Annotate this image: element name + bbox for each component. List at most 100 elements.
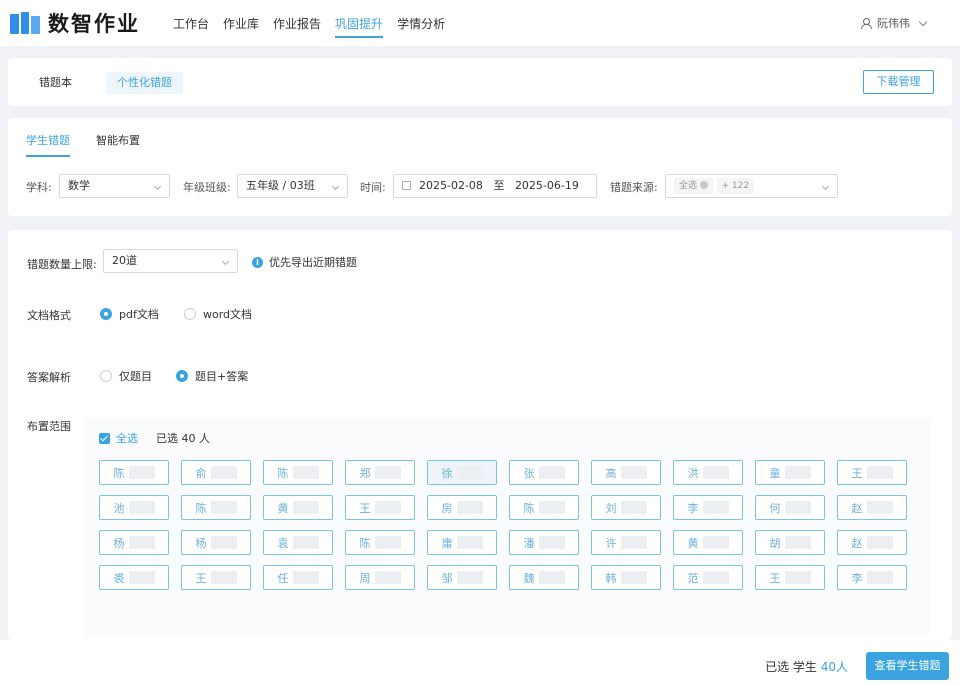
- top-nav-bar: 数智作业 工作台 作业库 作业报告 巩固提升 学情分析 阮伟伟: [0, 0, 960, 46]
- source-select[interactable]: 全选 + 122: [665, 174, 838, 198]
- user-menu[interactable]: 阮伟伟: [861, 0, 928, 46]
- download-manage-button[interactable]: 下载管理: [863, 70, 934, 94]
- student-chip[interactable]: 杨: [99, 530, 169, 555]
- student-surname: 池: [113, 501, 125, 515]
- subject-select[interactable]: 数学: [59, 174, 170, 198]
- nav-consolidate-improve[interactable]: 巩固提升: [328, 0, 390, 46]
- select-all-label: 全选: [116, 432, 138, 445]
- student-chip[interactable]: 范: [673, 565, 743, 590]
- student-chip[interactable]: 陈: [263, 460, 333, 485]
- radio-question-only[interactable]: 仅题目: [100, 368, 152, 384]
- student-chip[interactable]: 任: [263, 565, 333, 590]
- name-redaction: [702, 571, 729, 584]
- student-chip[interactable]: 洪: [673, 460, 743, 485]
- date-range-picker[interactable]: 2025-02-08 至 2025-06-19: [393, 174, 597, 198]
- student-chip[interactable]: 王: [181, 565, 251, 590]
- radio-word[interactable]: word文档: [184, 306, 252, 322]
- student-chip[interactable]: 杨: [181, 530, 251, 555]
- limit-tip-text: 优先导出近期错题: [269, 256, 357, 269]
- student-surname: 郑: [359, 466, 371, 480]
- student-chip[interactable]: 周: [345, 565, 415, 590]
- name-redaction: [128, 571, 155, 584]
- student-chip[interactable]: 何: [755, 495, 825, 520]
- limit-select[interactable]: 20道: [103, 249, 238, 273]
- student-chip[interactable]: 赵: [837, 530, 907, 555]
- student-chip[interactable]: 陈: [99, 460, 169, 485]
- subject-label: 学科:: [26, 181, 52, 194]
- doc-format-label: 文档格式: [27, 309, 71, 322]
- student-chip[interactable]: 李: [837, 565, 907, 590]
- name-redaction: [210, 466, 237, 479]
- subheader-card: 错题本 个性化错题 下载管理: [8, 58, 952, 106]
- student-chip[interactable]: 房: [427, 495, 497, 520]
- student-chip[interactable]: 黄: [263, 495, 333, 520]
- student-chip[interactable]: 陈: [181, 495, 251, 520]
- source-more-tag: + 122: [716, 178, 755, 194]
- class-select[interactable]: 五年级 / 03班: [237, 174, 348, 198]
- student-chip[interactable]: 张: [509, 460, 579, 485]
- name-redaction: [374, 466, 401, 479]
- radio-question-answer[interactable]: 题目+答案: [176, 368, 248, 384]
- name-redaction: [292, 466, 319, 479]
- student-chip[interactable]: 王: [345, 495, 415, 520]
- chevron-down-icon: [331, 182, 340, 191]
- source-tag[interactable]: 全选: [674, 178, 714, 194]
- student-chip[interactable]: 王: [837, 460, 907, 485]
- name-redaction: [866, 501, 893, 514]
- student-chip[interactable]: 童: [755, 460, 825, 485]
- student-surname: 袁: [277, 536, 289, 550]
- student-chip[interactable]: 徐: [427, 460, 497, 485]
- student-chip[interactable]: 韩: [591, 565, 661, 590]
- student-surname: 庸: [441, 536, 453, 550]
- name-redaction: [374, 536, 401, 549]
- radio-pdf[interactable]: pdf文档: [100, 306, 159, 322]
- radio-pdf-label: pdf文档: [119, 308, 159, 321]
- student-chip[interactable]: 裘: [99, 565, 169, 590]
- name-redaction: [456, 536, 483, 549]
- student-surname: 洪: [687, 466, 699, 480]
- student-surname: 房: [441, 501, 453, 515]
- view-student-wrong-button[interactable]: 查看学生错题: [866, 652, 949, 680]
- student-chip[interactable]: 刘: [591, 495, 661, 520]
- radio-checked-icon: [176, 370, 188, 382]
- tab-wrong-book[interactable]: 错题本: [28, 72, 83, 94]
- student-chip[interactable]: 黄: [673, 530, 743, 555]
- nav-learning-analysis[interactable]: 学情分析: [390, 0, 452, 46]
- student-chip[interactable]: 陈: [509, 495, 579, 520]
- student-chip[interactable]: 陈: [345, 530, 415, 555]
- student-chip[interactable]: 李: [673, 495, 743, 520]
- tab-student-wrong[interactable]: 学生错题: [26, 132, 70, 157]
- student-chip[interactable]: 王: [755, 565, 825, 590]
- close-icon[interactable]: [700, 180, 709, 189]
- filter-card: 学生错题 智能布置 学科: 数学 年级班级: 五年级 / 03班 时间: 202…: [8, 118, 952, 216]
- student-chip[interactable]: 许: [591, 530, 661, 555]
- brand-logo[interactable]: 数智作业: [10, 8, 140, 38]
- student-chip[interactable]: 魏: [509, 565, 579, 590]
- student-chip[interactable]: 俞: [181, 460, 251, 485]
- name-redaction: [456, 466, 483, 479]
- name-redaction: [866, 466, 893, 479]
- student-surname: 张: [523, 466, 535, 480]
- class-label: 年级班级:: [183, 181, 231, 194]
- student-chip[interactable]: 邹: [427, 565, 497, 590]
- date-end: 2025-06-19: [514, 179, 579, 192]
- student-chip[interactable]: 高: [591, 460, 661, 485]
- tab-personalized-wrong[interactable]: 个性化错题: [106, 72, 183, 94]
- student-chip[interactable]: 庸: [427, 530, 497, 555]
- nav-workbench[interactable]: 工作台: [166, 0, 216, 46]
- student-chip[interactable]: 胡: [755, 530, 825, 555]
- name-redaction: [620, 466, 647, 479]
- checkbox-checked-icon: [99, 432, 110, 444]
- name-redaction: [620, 571, 647, 584]
- radio-unchecked-icon: [184, 308, 196, 320]
- limit-label: 错题数量上限:: [27, 258, 97, 271]
- student-chip[interactable]: 潘: [509, 530, 579, 555]
- nav-homework-report[interactable]: 作业报告: [266, 0, 328, 46]
- student-chip[interactable]: 赵: [837, 495, 907, 520]
- student-chip[interactable]: 袁: [263, 530, 333, 555]
- student-chip[interactable]: 池: [99, 495, 169, 520]
- student-chip[interactable]: 郑: [345, 460, 415, 485]
- select-all-checkbox[interactable]: 全选: [99, 430, 138, 446]
- tab-smart-assign[interactable]: 智能布置: [96, 132, 140, 148]
- nav-homework-library[interactable]: 作业库: [216, 0, 266, 46]
